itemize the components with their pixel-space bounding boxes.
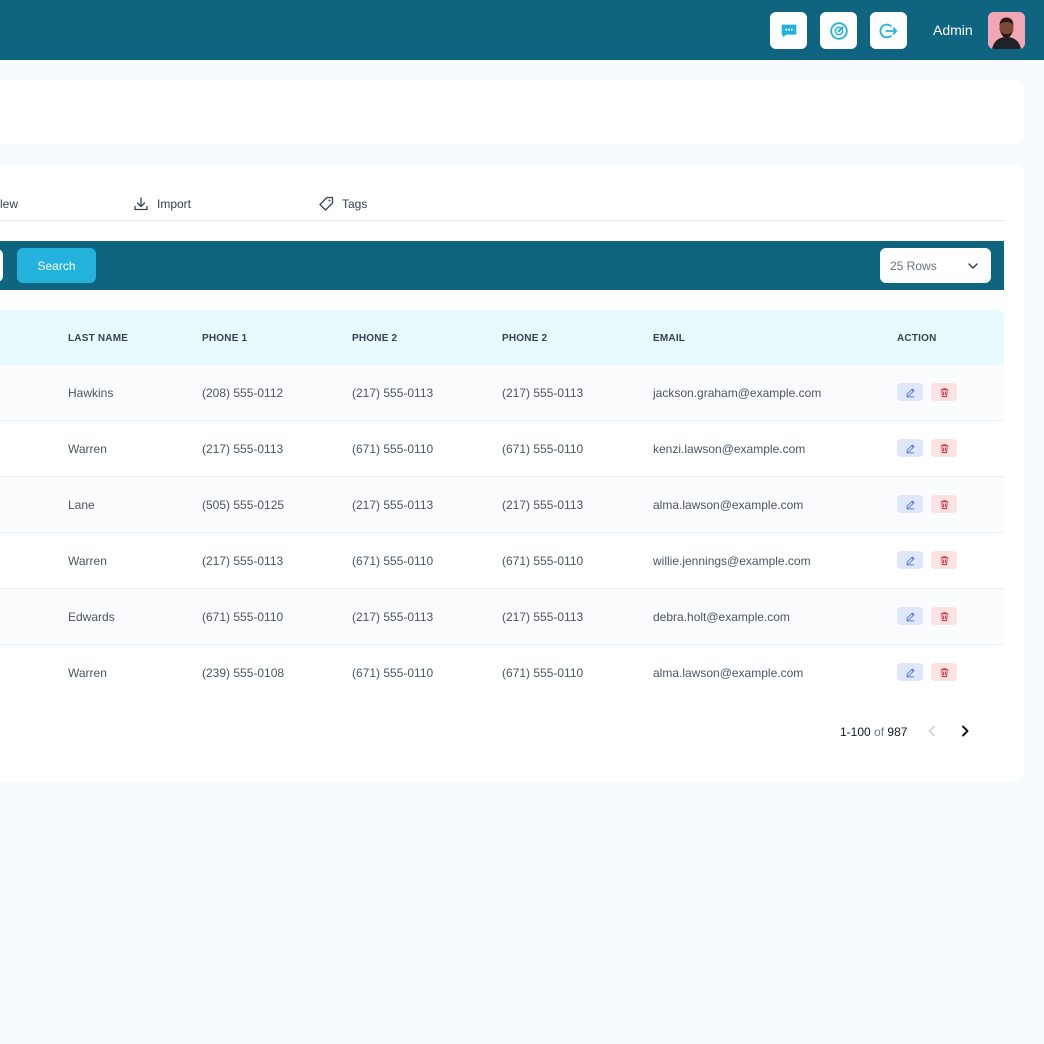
table-row: Warren (239) 555-0108 (671) 555-0110 (67… (0, 645, 1004, 701)
cell-email: willie.jennings@example.com (653, 554, 811, 568)
cell-last-name: Lane (68, 498, 95, 512)
search-input[interactable] (0, 249, 3, 282)
tags-tab[interactable]: Tags (318, 196, 367, 212)
cell-phone-2: (217) 555-0113 (352, 610, 434, 624)
tab-divider (0, 220, 1004, 221)
chevron-right-icon (962, 725, 969, 737)
search-bar (0, 241, 1004, 290)
edit-button[interactable] (897, 439, 923, 457)
avatar[interactable] (988, 12, 1025, 49)
user-photo (988, 12, 1025, 49)
tags-tab-label: Tags (342, 197, 368, 211)
cell-phone-2: (217) 555-0113 (352, 386, 434, 400)
search-button[interactable]: Search (17, 248, 96, 283)
trash-icon (940, 387, 948, 397)
next-page-button[interactable] (956, 722, 974, 740)
user-name: Admin (933, 22, 973, 38)
chevron-left-icon (928, 725, 935, 737)
rows-per-page-select[interactable]: 25 Rows (880, 248, 991, 283)
cell-phone-2: (217) 555-0113 (352, 498, 434, 512)
edit-button[interactable] (897, 663, 923, 681)
column-header-last-name[interactable]: LAST NAME (68, 333, 128, 344)
cell-email: jackson.graham@example.com (653, 386, 822, 400)
pencil-icon (905, 556, 914, 565)
cell-email: alma.lawson@example.com (653, 666, 804, 680)
cell-phone-1: (671) 555-0110 (202, 610, 284, 624)
cell-phone-2: (671) 555-0110 (352, 554, 434, 568)
import-tab[interactable]: Import (133, 196, 191, 212)
column-header-action: ACTION (897, 333, 937, 344)
trash-icon (940, 555, 948, 565)
pencil-icon (905, 388, 914, 397)
import-tab-label: Import (157, 197, 192, 211)
pagination-summary: 1-100 of 987 (840, 725, 907, 739)
new-tab-label: lew (0, 197, 19, 211)
cell-phone-2: (671) 555-0110 (352, 442, 434, 456)
logout-icon (879, 23, 897, 38)
chevron-down-icon (968, 263, 978, 269)
chat-icon (781, 24, 796, 37)
previous-page-button[interactable] (923, 722, 941, 740)
cell-email: debra.holt@example.com (653, 610, 790, 624)
trash-icon (940, 667, 948, 677)
logout-button[interactable] (870, 12, 907, 49)
cell-phone-3: (217) 555-0113 (502, 386, 584, 400)
new-tab[interactable]: lew (0, 196, 18, 212)
pencil-icon (905, 500, 914, 509)
pencil-icon (905, 668, 914, 677)
cell-phone-3: (671) 555-0110 (502, 442, 584, 456)
cell-phone-1: (239) 555-0108 (202, 666, 285, 680)
delete-button[interactable] (931, 551, 957, 569)
cell-phone-3: (671) 555-0110 (502, 666, 584, 680)
column-header-email[interactable]: EMAIL (653, 333, 685, 344)
chat-button[interactable] (770, 12, 807, 49)
cell-email: alma.lawson@example.com (653, 498, 804, 512)
delete-button[interactable] (931, 607, 957, 625)
edit-button[interactable] (897, 607, 923, 625)
rows-per-page-value: 25 Rows (890, 258, 937, 273)
edit-button[interactable] (897, 551, 923, 569)
column-header-phone-1[interactable]: PHONE 1 (202, 333, 247, 344)
table-row: Warren (217) 555-0113 (671) 555-0110 (67… (0, 421, 1004, 477)
delete-button[interactable] (931, 439, 957, 457)
dashboard-gauge-icon (829, 21, 848, 40)
table-row: Lane (505) 555-0125 (217) 555-0113 (217)… (0, 477, 1004, 533)
cell-phone-3: (671) 555-0110 (502, 554, 584, 568)
cell-last-name: Warren (68, 666, 107, 680)
pencil-icon (905, 444, 914, 453)
cell-last-name: Hawkins (68, 386, 114, 400)
trash-icon (940, 499, 948, 509)
delete-button[interactable] (931, 383, 957, 401)
download-icon (134, 197, 148, 211)
dashboard-button[interactable] (820, 12, 857, 49)
filter-card (0, 80, 1024, 144)
cell-phone-3: (217) 555-0113 (502, 498, 584, 512)
pencil-icon (905, 612, 914, 621)
cell-last-name: Warren (68, 442, 107, 456)
table-row: Hawkins (208) 555-0112 (217) 555-0113 (2… (0, 365, 1004, 421)
pagination-total: 987 (887, 725, 908, 739)
trash-icon (940, 443, 948, 453)
delete-button[interactable] (931, 663, 957, 681)
cell-phone-1: (505) 555-0125 (202, 498, 285, 512)
cell-phone-1: (217) 555-0113 (202, 554, 284, 568)
column-header-phone-2[interactable]: PHONE 2 (352, 333, 397, 344)
cell-last-name: Warren (68, 554, 107, 568)
delete-button[interactable] (931, 495, 957, 513)
cell-phone-3: (217) 555-0113 (502, 610, 584, 624)
column-header-phone-3[interactable]: PHONE 2 (502, 333, 547, 344)
table-row: Warren (217) 555-0113 (671) 555-0110 (67… (0, 533, 1004, 589)
edit-button[interactable] (897, 383, 923, 401)
cell-phone-2: (671) 555-0110 (352, 666, 434, 680)
edit-button[interactable] (897, 495, 923, 513)
cell-last-name: Edwards (68, 610, 115, 624)
table-row: Edwards (671) 555-0110 (217) 555-0113 (2… (0, 589, 1004, 645)
cell-phone-1: (217) 555-0113 (202, 442, 284, 456)
pagination-range: 1-100 (840, 725, 871, 739)
tag-icon (319, 196, 334, 211)
cell-email: kenzi.lawson@example.com (653, 442, 806, 456)
pagination-of: of (874, 725, 885, 739)
cell-phone-1: (208) 555-0112 (202, 386, 284, 400)
trash-icon (940, 611, 948, 621)
